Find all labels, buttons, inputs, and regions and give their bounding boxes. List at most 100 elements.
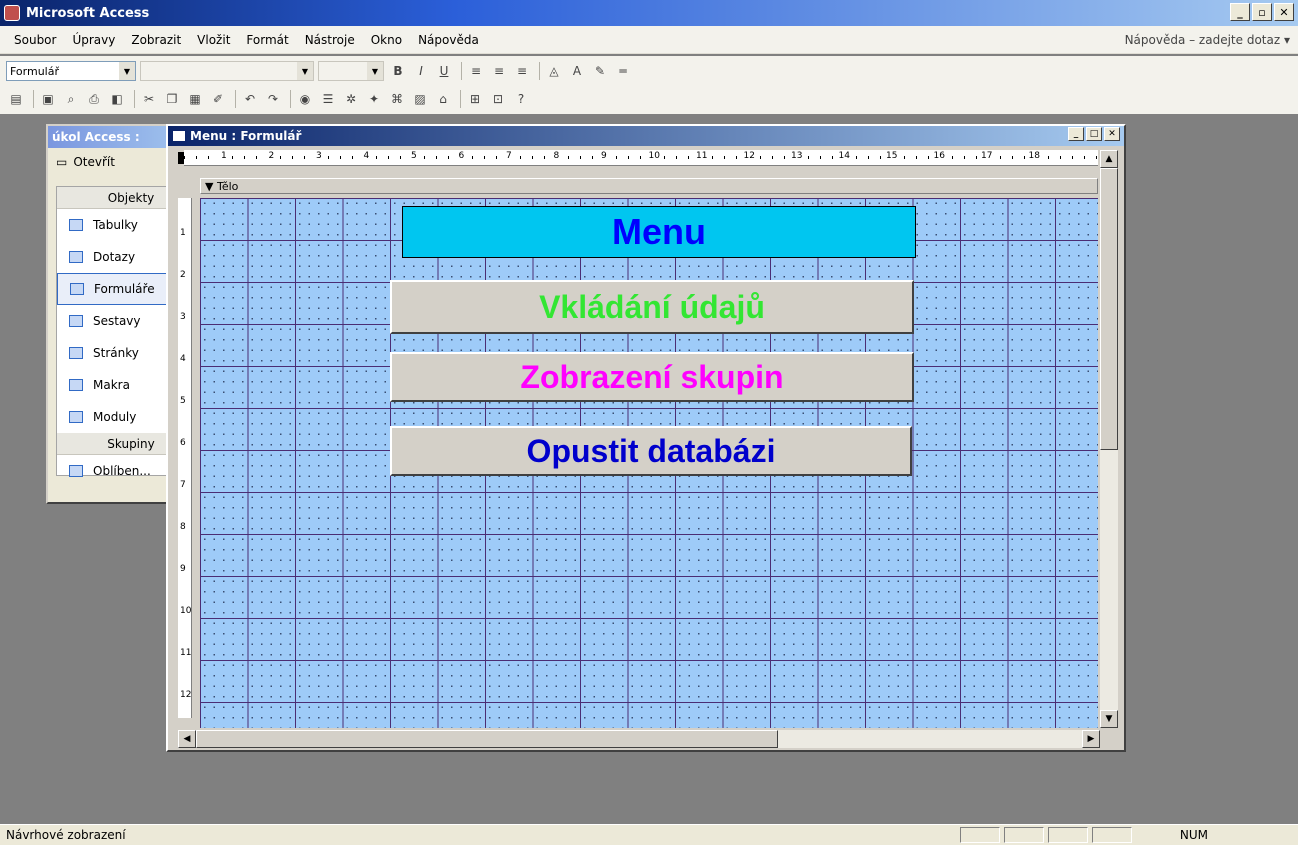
object-label: Sestavy <box>93 314 141 328</box>
search-icon[interactable]: ⌕ <box>61 89 81 109</box>
properties-icon[interactable]: ▨ <box>410 89 430 109</box>
ruler-tick-label: 9 <box>600 151 608 161</box>
ruler-tick-label: 5 <box>410 151 418 161</box>
menu-soubor[interactable]: Soubor <box>14 33 56 47</box>
close-button[interactable]: ✕ <box>1274 3 1294 21</box>
undo-icon[interactable]: ↶ <box>240 89 260 109</box>
ruler-tick-label: 6 <box>457 151 466 161</box>
scroll-left-icon[interactable]: ◀ <box>178 730 196 748</box>
build-icon[interactable]: ⌂ <box>433 89 453 109</box>
object-label: Dotazy <box>93 250 136 264</box>
menu-okno[interactable]: Okno <box>371 33 402 47</box>
view-icon[interactable]: ▤ <box>6 89 26 109</box>
insert-data-button[interactable]: Vkládání údajů <box>390 280 914 334</box>
toolbar-separator <box>235 90 236 108</box>
app-title: Microsoft Access <box>26 5 150 21</box>
form-icon <box>70 283 84 295</box>
toolbox-icon[interactable]: ✲ <box>341 89 361 109</box>
align-right-icon[interactable]: ≡ <box>512 61 532 81</box>
form-design-toolbar: ▤ ▣ ⌕ ⎙ ◧ ✂ ❐ ▦ ✐ ↶ ↷ ◉ ☰ ✲ ✦ ⌘ ▨ ⌂ ⊞ ⊡ … <box>0 84 1298 114</box>
vertical-scrollbar[interactable]: ▲ ▼ <box>1100 150 1118 728</box>
toolbar-separator <box>461 62 462 80</box>
menu-nastroje[interactable]: Nástroje <box>305 33 355 47</box>
chevron-down-icon: ▾ <box>1283 33 1290 47</box>
menu-format[interactable]: Formát <box>246 33 288 47</box>
font-color-icon[interactable]: A <box>567 61 587 81</box>
help-search-box[interactable]: Nápověda – zadejte dotaz ▾ <box>1125 33 1290 47</box>
code-icon[interactable]: ⌘ <box>387 89 407 109</box>
menu-upravy[interactable]: Úpravy <box>72 33 115 47</box>
ruler-tick-label: 8 <box>552 151 561 161</box>
font-size-combo[interactable]: ▼ <box>318 61 384 81</box>
paste-icon[interactable]: ▦ <box>185 89 205 109</box>
align-left-icon[interactable]: ≡ <box>466 61 486 81</box>
detail-section-bar[interactable]: ▼ Tělo <box>200 178 1098 194</box>
save-icon[interactable]: ▣ <box>38 89 58 109</box>
ruler-tick-label: 17 <box>980 151 994 161</box>
status-panel <box>1004 827 1044 843</box>
horizontal-scroll-thumb[interactable] <box>196 730 778 748</box>
design-grid-canvas[interactable]: Menu Vkládání údajů Zobrazení skupin Opu… <box>200 198 1098 728</box>
vertical-ruler[interactable]: 1 2 3 4 5 6 7 8 9 10 11 12 <box>178 198 192 718</box>
restore-button[interactable]: ▫ <box>1252 3 1272 21</box>
line-width-icon[interactable]: ═ <box>613 61 633 81</box>
access-app-icon <box>4 5 20 21</box>
ruler-tick-label: 14 <box>837 151 851 161</box>
copy-icon[interactable]: ❐ <box>162 89 182 109</box>
form-minimize-button[interactable]: _ <box>1068 127 1084 141</box>
fill-color-icon[interactable]: ◬ <box>544 61 564 81</box>
minimize-button[interactable]: _ <box>1230 3 1250 21</box>
show-groups-button[interactable]: Zobrazení skupin <box>390 352 914 402</box>
print-icon[interactable]: ⎙ <box>84 89 104 109</box>
horizontal-ruler[interactable]: 1 2 3 4 5 6 7 8 9 10 11 12 13 14 15 16 17 18 <box>184 150 1098 166</box>
toolbar-separator <box>290 90 291 108</box>
horizontal-scrollbar[interactable]: ◀ ▶ <box>178 730 1100 748</box>
help-placeholder: Nápověda – zadejte dotaz <box>1124 33 1281 47</box>
object-combo[interactable]: Formulář ▼ <box>6 61 136 81</box>
format-painter-icon[interactable]: ✐ <box>208 89 228 109</box>
ruler-tick-label: 8 <box>180 522 186 532</box>
menu-vlozit[interactable]: Vložit <box>197 33 230 47</box>
cut-icon[interactable]: ✂ <box>139 89 159 109</box>
exit-database-button[interactable]: Opustit databázi <box>390 426 912 476</box>
font-combo[interactable]: ▼ <box>140 61 314 81</box>
form-icon <box>172 130 186 142</box>
favorites-icon <box>69 465 83 477</box>
menu-zobrazit[interactable]: Zobrazit <box>131 33 181 47</box>
database-window-icon[interactable]: ⊞ <box>465 89 485 109</box>
toolbar-separator <box>134 90 135 108</box>
object-label: Tabulky <box>93 218 138 232</box>
ruler-tick-label: 3 <box>180 312 186 322</box>
form-window-title-bar[interactable]: Menu : Formulář _ □ ✕ <box>168 126 1124 146</box>
vertical-scroll-thumb[interactable] <box>1100 168 1118 450</box>
ruler-tick-label: 15 <box>885 151 899 161</box>
menu-napoveda[interactable]: Nápověda <box>418 33 479 47</box>
form-window-title: Menu : Formulář <box>190 129 302 143</box>
form-design-window: Menu : Formulář _ □ ✕ 1 2 3 4 5 6 7 8 9 10 11 12 13 1… <box>166 124 1126 752</box>
autoformat-icon[interactable]: ✦ <box>364 89 384 109</box>
object-label: Formuláře <box>94 282 155 296</box>
scroll-right-icon[interactable]: ▶ <box>1082 730 1100 748</box>
scroll-down-icon[interactable]: ▼ <box>1100 710 1118 728</box>
ruler-tick-label: 4 <box>180 354 186 364</box>
form-close-button[interactable]: ✕ <box>1104 127 1120 141</box>
redo-icon[interactable]: ↷ <box>263 89 283 109</box>
scroll-up-icon[interactable]: ▲ <box>1100 150 1118 168</box>
ruler-tick-label: 18 <box>1027 151 1041 161</box>
form-maximize-button[interactable]: □ <box>1086 127 1102 141</box>
ruler-tick-label: 16 <box>932 151 946 161</box>
menu-title-label[interactable]: Menu <box>402 206 916 258</box>
ruler-tick-label: 5 <box>180 396 186 406</box>
new-object-icon[interactable]: ⊡ <box>488 89 508 109</box>
help-icon[interactable]: ? <box>511 89 531 109</box>
open-button[interactable]: Otevřít <box>73 155 115 169</box>
underline-button[interactable]: U <box>434 61 454 81</box>
field-list-icon[interactable]: ☰ <box>318 89 338 109</box>
ruler-tick-label: 12 <box>180 690 192 700</box>
align-center-icon[interactable]: ≡ <box>489 61 509 81</box>
bold-button[interactable]: B <box>388 61 408 81</box>
print-preview-icon[interactable]: ◧ <box>107 89 127 109</box>
italic-button[interactable]: I <box>411 61 431 81</box>
line-color-icon[interactable]: ✎ <box>590 61 610 81</box>
hyperlink-icon[interactable]: ◉ <box>295 89 315 109</box>
